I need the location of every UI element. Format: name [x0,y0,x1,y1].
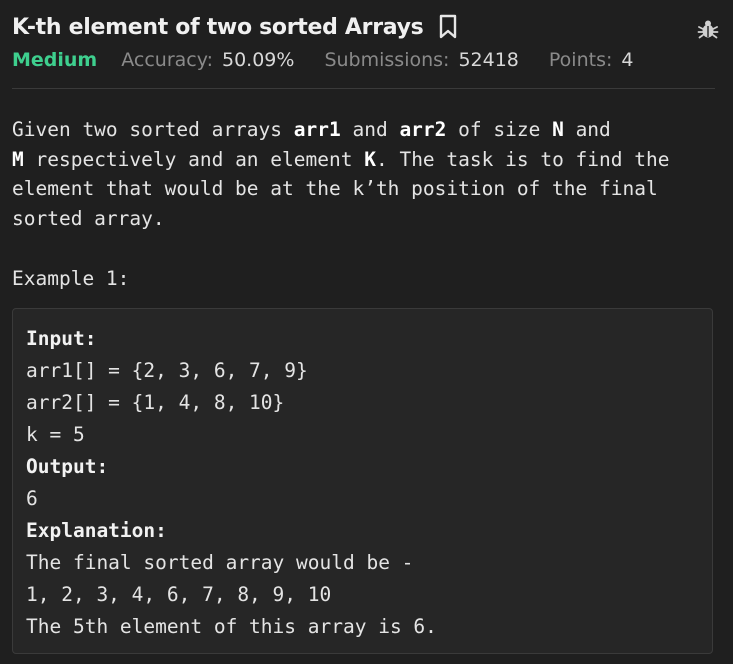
header-divider [12,88,715,89]
description-text: Given two sorted arrays [12,118,294,141]
submissions-value: 52418 [458,49,519,71]
description-bold: arr1 [293,118,341,141]
example-box: Input: arr1[] = {2, 3, 6, 7, 9} arr2[] =… [12,308,713,654]
example-heading: Example 1: [12,267,130,290]
description-text: and [340,118,400,141]
submissions-label: Submissions: [324,49,450,71]
description-text: . The task is to find the [375,147,670,171]
explanation-line: The 5th element of this array is 6. [26,615,437,638]
description-bold: N [552,118,564,141]
explanation-line: The final sorted array would be - [26,551,414,574]
description-text: of size [446,118,553,141]
problem-description: Given two sorted arrays arr1 and arr2 of… [12,115,712,233]
accuracy-value: 50.09% [222,49,295,71]
description-text: sorted array. [12,206,165,230]
input-line: arr2[] = {1, 4, 8, 10} [26,391,285,414]
accuracy-label: Accuracy: [121,49,213,71]
input-line: k = 5 [26,423,85,446]
explanation-line: 1, 2, 3, 4, 6, 7, 8, 9, 10 [26,583,332,606]
bookmark-icon[interactable] [437,14,459,40]
input-label: Input: [26,327,97,350]
description-bold: M [12,147,24,171]
description-text: and [563,118,611,141]
output-value: 6 [26,487,38,510]
input-line: arr1[] = {2, 3, 6, 7, 9} [26,359,308,382]
output-label: Output: [26,455,109,478]
bug-icon[interactable] [697,18,719,40]
problem-header: K-th element of two sorted Arrays [12,14,459,40]
points-value: 4 [621,49,634,71]
problem-meta: Medium Accuracy: 50.09% Submissions: 524… [12,49,663,71]
description-bold: arr2 [399,118,447,141]
description-text: element that would be at the k’th positi… [12,177,658,200]
description-text: respectively and an element [23,147,365,171]
problem-title: K-th element of two sorted Arrays [12,14,424,40]
points-label: Points: [548,49,613,71]
explanation-label: Explanation: [26,519,167,542]
description-bold: K [364,147,376,171]
difficulty-badge: Medium [12,49,98,71]
